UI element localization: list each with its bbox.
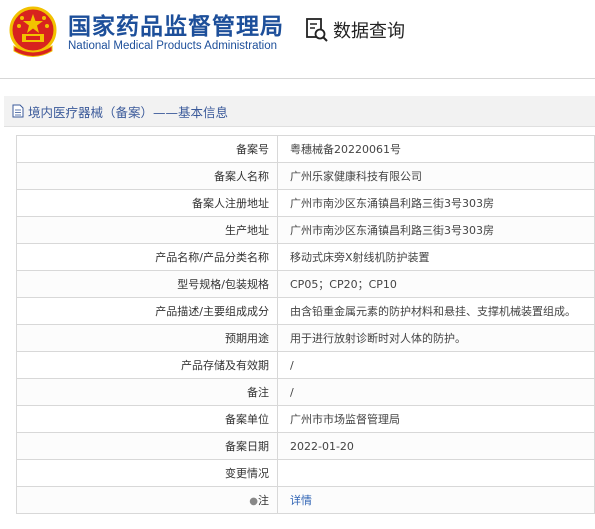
document-icon	[12, 104, 24, 118]
details-link[interactable]: 详情	[290, 494, 312, 507]
field-value: /	[277, 351, 595, 379]
field-label: 备案号	[16, 135, 278, 163]
data-query-link[interactable]: 数据查询	[305, 17, 405, 43]
data-query-label: 数据查询	[333, 21, 405, 42]
field-value	[277, 459, 595, 487]
note-label: ●注	[16, 486, 278, 514]
field-label: 产品名称/产品分类名称	[16, 243, 278, 271]
lightbulb-icon: ●	[249, 496, 258, 507]
field-label: 生产地址	[16, 216, 278, 244]
field-label: 产品存储及有效期	[16, 351, 278, 379]
record-detail-table: 备案号 粤穗械备20220061号 备案人名称 广州乐家健康科技有限公司 备案人注册…	[16, 135, 595, 514]
site-header: 国家药品监督管理局 National Medical Products Admi…	[0, 0, 595, 70]
table-row: 变更情况	[16, 459, 595, 487]
field-value: 广州市南沙区东涌镇昌利路三街3号303房	[277, 189, 595, 217]
field-label: 备案人注册地址	[16, 189, 278, 217]
section-title: 境内医疗器械（备案）——基本信息	[28, 104, 229, 120]
field-value: 2022-01-20	[277, 432, 595, 460]
field-value: 用于进行放射诊断时对人体的防护。	[277, 324, 595, 352]
header-divider	[0, 78, 595, 79]
table-row: 备案人注册地址 广州市南沙区东涌镇昌利路三街3号303房	[16, 189, 595, 217]
table-row: 生产地址 广州市南沙区东涌镇昌利路三街3号303房	[16, 216, 595, 244]
field-label: 备案日期	[16, 432, 278, 460]
section-title-bar: 境内医疗器械（备案）——基本信息	[4, 96, 595, 127]
org-name-en: National Medical Products Administration	[68, 40, 278, 52]
field-label: 产品描述/主要组成成分	[16, 297, 278, 325]
table-row: 型号规格/包装规格 CP05；CP20；CP10	[16, 270, 595, 298]
field-label: 备案单位	[16, 405, 278, 433]
table-row: 产品名称/产品分类名称 移动式床旁X射线机防护装置	[16, 243, 595, 271]
table-row: 备案号 粤穗械备20220061号	[16, 135, 595, 163]
field-value: 粤穗械备20220061号	[277, 135, 595, 163]
note-label-text: 注	[258, 494, 269, 507]
table-row: 备注 /	[16, 378, 595, 406]
field-value: 由含铅重金属元素的防护材料和悬挂、支撑机械装置组成。	[277, 297, 595, 325]
field-label: 变更情况	[16, 459, 278, 487]
table-row-note: ●注 详情	[16, 486, 595, 514]
field-value: 广州乐家健康科技有限公司	[277, 162, 595, 190]
national-emblem-icon	[9, 6, 57, 57]
table-row: 预期用途 用于进行放射诊断时对人体的防护。	[16, 324, 595, 352]
table-row: 备案日期 2022-01-20	[16, 432, 595, 460]
field-label: 备注	[16, 378, 278, 406]
org-name-cn: 国家药品监督管理局	[68, 14, 284, 40]
magnifier-document-icon	[306, 18, 328, 42]
field-label: 备案人名称	[16, 162, 278, 190]
table-row: 备案单位 广州市市场监督管理局	[16, 405, 595, 433]
table-row: 备案人名称 广州乐家健康科技有限公司	[16, 162, 595, 190]
field-value: 广州市南沙区东涌镇昌利路三街3号303房	[277, 216, 595, 244]
field-value: 广州市市场监督管理局	[277, 405, 595, 433]
field-label: 预期用途	[16, 324, 278, 352]
table-row: 产品存储及有效期 /	[16, 351, 595, 379]
table-row: 产品描述/主要组成成分 由含铅重金属元素的防护材料和悬挂、支撑机械装置组成。	[16, 297, 595, 325]
field-value: /	[277, 378, 595, 406]
field-value: CP05；CP20；CP10	[277, 270, 595, 298]
field-value: 移动式床旁X射线机防护装置	[277, 243, 595, 271]
field-label: 型号规格/包装规格	[16, 270, 278, 298]
note-value: 详情	[277, 486, 595, 514]
